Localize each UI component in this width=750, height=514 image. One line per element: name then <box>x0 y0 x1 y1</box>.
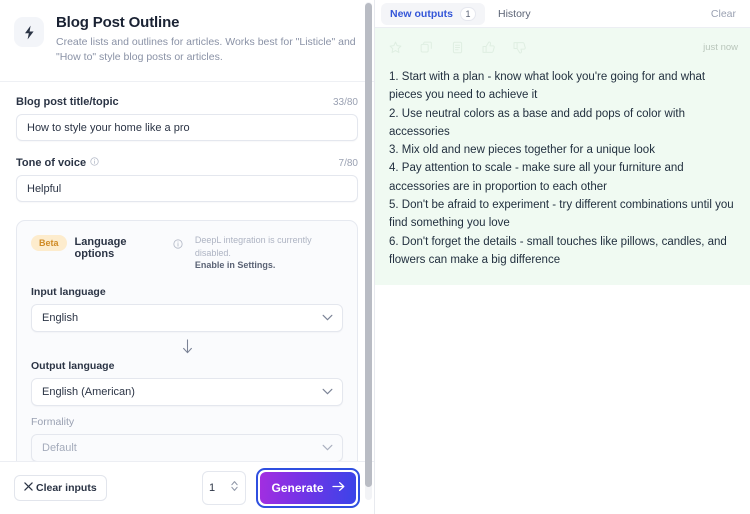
tone-field-header: Tone of voice 7/80 <box>16 157 358 169</box>
formality-select[interactable]: Default <box>31 433 343 461</box>
output-count-value: 1 <box>209 482 216 494</box>
input-language-label: Input language <box>31 285 106 298</box>
language-options-card: Beta Language options DeepL integration … <box>16 220 358 461</box>
formality-value: Default <box>42 441 77 454</box>
output-action-toolbar: just now <box>389 38 738 56</box>
star-icon[interactable] <box>389 41 402 54</box>
beta-badge: Beta <box>31 235 67 251</box>
chevron-down-icon <box>322 386 333 398</box>
output-panel: New outputs 1 History Clear just now 1. … <box>375 0 750 514</box>
document-icon[interactable] <box>451 41 464 54</box>
generate-button-focus-ring: Generate <box>256 468 360 508</box>
language-info-icon[interactable] <box>173 236 183 254</box>
input-language-value: English <box>42 311 79 324</box>
deepl-note-line1: DeepL integration is currently disabled. <box>194 235 312 258</box>
output-language-select[interactable]: English (American) <box>31 377 343 406</box>
tone-of-voice-input[interactable] <box>16 175 358 202</box>
clear-inputs-label: Clear inputs <box>36 482 97 494</box>
form-footer: Clear inputs 1 Generate <box>0 461 374 514</box>
app-root: Blog Post Outline Create lists and outli… <box>0 0 750 514</box>
generate-button[interactable]: Generate <box>260 472 356 504</box>
blog-title-input[interactable] <box>16 114 358 141</box>
tool-header: Blog Post Outline Create lists and outli… <box>0 0 374 82</box>
title-field-header: Blog post title/topic 33/80 <box>16 96 358 108</box>
tone-char-counter: 7/80 <box>338 157 358 169</box>
tone-field-label: Tone of voice <box>16 157 99 169</box>
translation-direction-indicator <box>31 332 343 358</box>
stepper-arrows-icon[interactable] <box>230 479 239 498</box>
title-char-counter: 33/80 <box>332 96 358 108</box>
thumbs-down-icon[interactable] <box>513 41 526 54</box>
tool-input-panel: Blog Post Outline Create lists and outli… <box>0 0 375 514</box>
tab-new-outputs[interactable]: New outputs 1 <box>381 2 485 25</box>
input-language-select[interactable]: English <box>31 303 343 332</box>
chevron-down-icon <box>322 312 333 324</box>
output-language-label: Output language <box>31 359 115 372</box>
output-result-card: just now 1. Start with a plan - know wha… <box>375 28 750 286</box>
arrow-down-icon <box>182 338 192 353</box>
close-icon <box>24 482 33 494</box>
formality-label: Formality <box>31 415 75 428</box>
arrow-right-icon <box>331 481 345 495</box>
new-outputs-count-badge: 1 <box>460 6 476 21</box>
page-title: Blog Post Outline <box>56 14 180 31</box>
language-options-title: Language options <box>74 236 127 260</box>
tone-label-text: Tone of voice <box>16 157 87 169</box>
info-icon[interactable] <box>90 157 99 169</box>
thumbs-up-icon[interactable] <box>482 41 495 54</box>
tab-history[interactable]: History <box>489 3 540 25</box>
generate-label: Generate <box>271 481 324 495</box>
lightning-bolt-icon <box>14 17 44 47</box>
tool-description: Create lists and outlines for articles. … <box>56 36 356 63</box>
clear-inputs-button[interactable]: Clear inputs <box>14 475 107 501</box>
panel-scrollbar-thumb[interactable] <box>365 3 372 487</box>
tab-history-label: History <box>498 7 531 20</box>
form-scroll-area: Blog post title/topic 33/80 Tone of voic… <box>0 82 374 461</box>
copy-icon[interactable] <box>420 41 433 54</box>
tab-new-outputs-label: New outputs <box>390 7 453 20</box>
language-options-header: Beta Language options DeepL integration … <box>31 234 343 272</box>
output-language-value: English (American) <box>42 385 135 398</box>
output-tabbar: New outputs 1 History Clear <box>375 0 750 28</box>
deepl-integration-note: DeepL integration is currently disabled.… <box>195 234 343 272</box>
output-text: 1. Start with a plan - know what look yo… <box>389 71 734 266</box>
output-count-stepper[interactable]: 1 <box>202 471 246 505</box>
chevron-down-icon <box>322 442 333 454</box>
output-timestamp: just now <box>703 41 738 53</box>
footer-actions: 1 Generate <box>202 468 360 508</box>
clear-outputs-button[interactable]: Clear <box>711 8 742 20</box>
deepl-note-line2: Enable in Settings. <box>194 260 276 270</box>
title-field-label: Blog post title/topic <box>16 96 119 108</box>
